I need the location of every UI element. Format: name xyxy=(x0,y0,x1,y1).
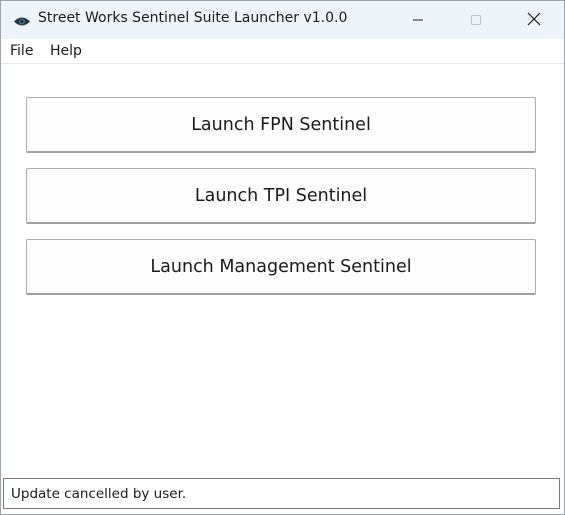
status-bar: Update cancelled by user. xyxy=(3,478,560,509)
maximize-icon xyxy=(470,11,482,30)
close-button[interactable] xyxy=(511,1,557,39)
app-window: Street Works Sentinel Suite Launcher v1.… xyxy=(0,0,565,515)
menu-file[interactable]: File xyxy=(10,43,33,59)
menu-help[interactable]: Help xyxy=(50,43,82,59)
close-icon xyxy=(527,11,541,30)
minimize-icon xyxy=(412,11,424,30)
status-text: Update cancelled by user. xyxy=(11,486,187,502)
menu-bar: File Help xyxy=(1,39,564,64)
title-bar[interactable]: Street Works Sentinel Suite Launcher v1.… xyxy=(1,1,564,39)
launch-tpi-sentinel-button[interactable]: Launch TPI Sentinel xyxy=(26,168,536,224)
minimize-button[interactable] xyxy=(395,1,441,39)
maximize-button[interactable] xyxy=(453,1,499,39)
launch-fpn-sentinel-button[interactable]: Launch FPN Sentinel xyxy=(26,97,536,153)
eye-icon xyxy=(13,13,31,26)
window-title: Street Works Sentinel Suite Launcher v1.… xyxy=(38,10,348,26)
launch-management-sentinel-button[interactable]: Launch Management Sentinel xyxy=(26,239,536,295)
